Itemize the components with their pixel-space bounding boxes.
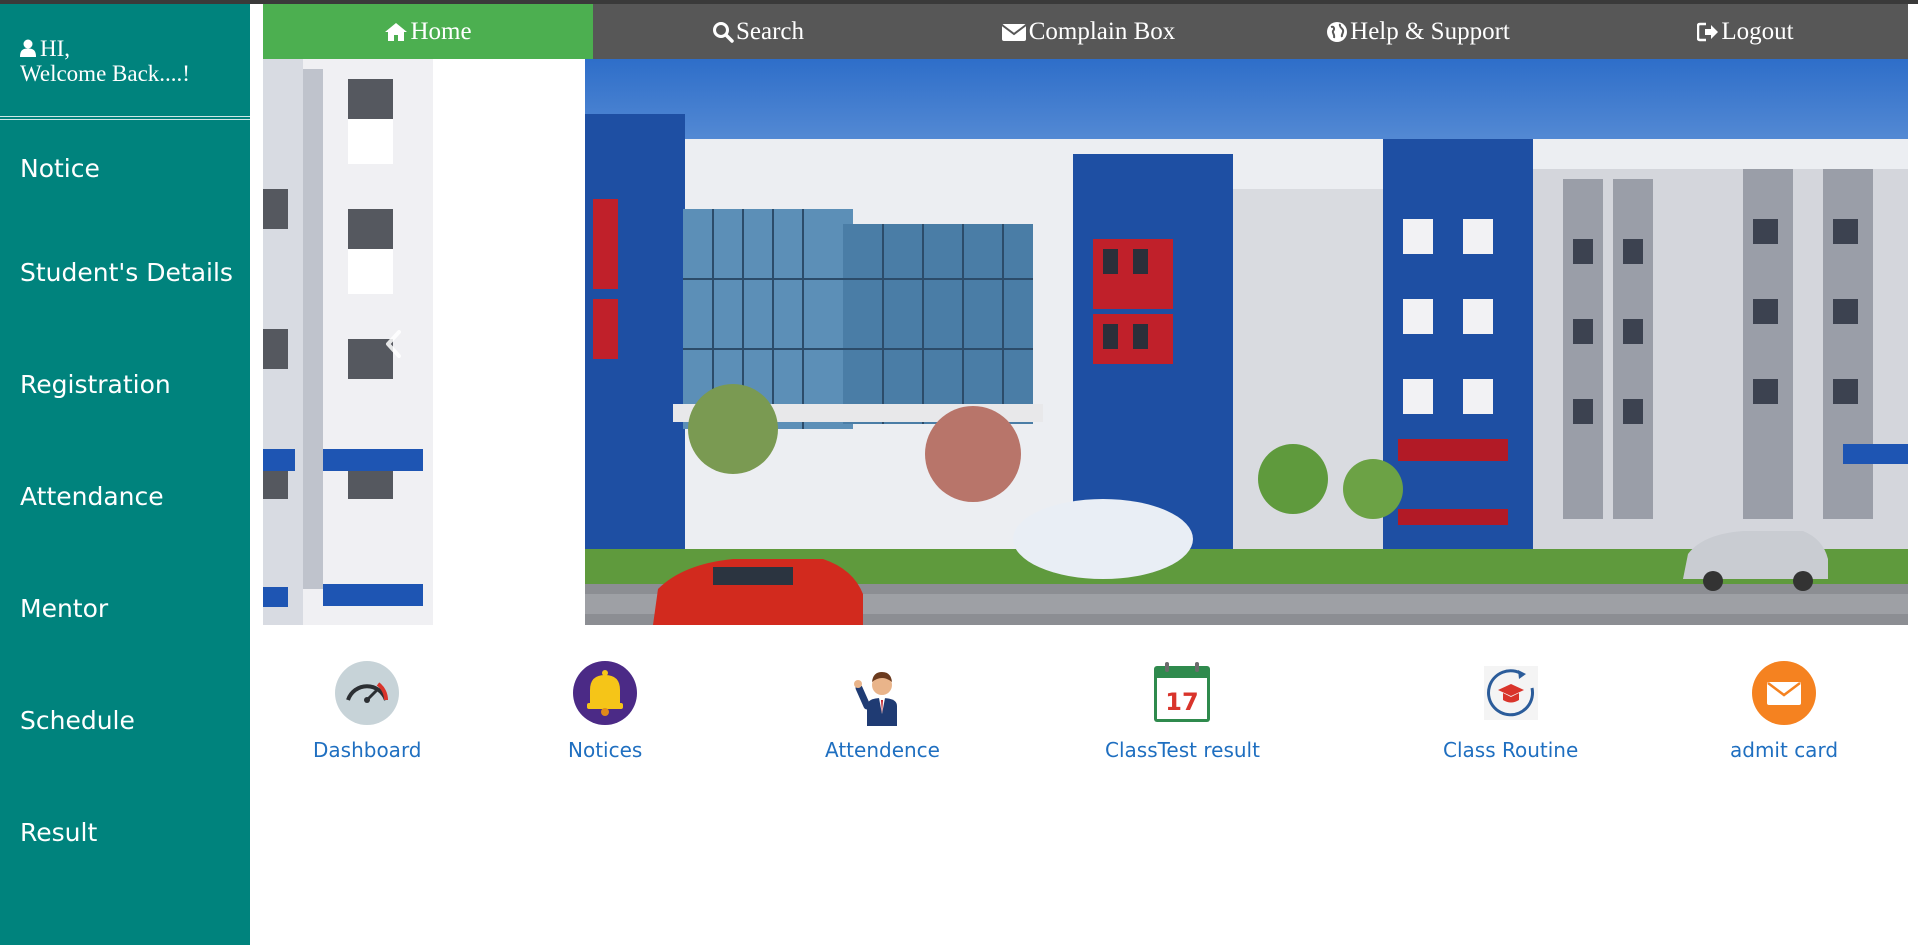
sidebar-item-result[interactable]: Result (0, 776, 250, 888)
sidebar-item-label: Student's Details (20, 257, 233, 287)
nav-label: Help & Support (1350, 17, 1510, 45)
calendar-day-text: 17 (1166, 688, 1199, 716)
quick-link-label: Class Routine (1443, 738, 1579, 762)
logout-icon (1697, 22, 1719, 41)
sidebar-item-label: Attendance (20, 481, 164, 511)
nav-search[interactable]: Search (593, 4, 923, 59)
envelope-icon (1001, 23, 1027, 41)
welcome-text: Welcome Back....! (20, 61, 190, 86)
greeting-text: HI, (40, 36, 71, 61)
bell-icon (573, 661, 638, 725)
sidebar-item-notice[interactable]: Notice (0, 120, 250, 216)
quick-link-label: admit card (1730, 738, 1839, 762)
nav-logout[interactable]: Logout (1583, 4, 1908, 59)
user-icon (20, 39, 36, 57)
nav-label: Search (735, 17, 805, 45)
sidebar-item-mentor[interactable]: Mentor (0, 552, 250, 664)
quick-link-attendence[interactable]: Attendence (825, 660, 940, 762)
quick-link-notices[interactable]: Notices (568, 660, 642, 762)
nav-label: Complain Box (1028, 17, 1176, 45)
quick-link-label: Dashboard (313, 738, 422, 762)
sidebar-item-label: Mentor (20, 593, 109, 623)
person-waving-icon (854, 672, 898, 726)
mail-icon (1752, 661, 1816, 725)
chevron-left-icon (386, 330, 401, 358)
quick-link-classtest-result[interactable]: 17 ClassTest result (1105, 660, 1260, 762)
sidebar-menu: Notice Student's Details Registration At… (0, 120, 250, 888)
quick-links: Dashboard Notices Attendence 17 ClassTes… (263, 660, 1908, 770)
image-carousel (263, 59, 1908, 625)
graduation-cap-icon (1483, 666, 1538, 720)
home-icon (385, 22, 408, 41)
nav-label: Logout (1721, 17, 1794, 45)
quick-link-label: ClassTest result (1105, 738, 1260, 762)
nav-complain-box[interactable]: Complain Box (923, 4, 1253, 59)
nav-home[interactable]: Home (263, 4, 593, 59)
campus-building-image (263, 59, 1908, 625)
carousel-prev-button[interactable] (373, 319, 413, 369)
quick-link-label: Attendence (825, 738, 940, 762)
quick-link-admit-card[interactable]: admit card (1730, 660, 1838, 762)
sidebar-item-students-details[interactable]: Student's Details (0, 216, 250, 328)
sidebar-item-attendance[interactable]: Attendance (0, 440, 250, 552)
sidebar-item-label: Registration (20, 369, 171, 399)
sidebar-item-registration[interactable]: Registration (0, 328, 250, 440)
quick-link-dashboard[interactable]: Dashboard (313, 660, 422, 762)
sidebar-item-label: Schedule (20, 705, 135, 735)
nav-help-support[interactable]: Help & Support (1253, 4, 1583, 59)
globe-icon (1327, 21, 1348, 42)
nav-label: Home (410, 17, 472, 45)
search-icon (712, 21, 734, 43)
quick-link-label: Notices (568, 738, 643, 762)
speedometer-icon (335, 661, 400, 725)
quick-link-class-routine[interactable]: Class Routine (1443, 660, 1578, 762)
welcome-box: HI, Welcome Back....! (0, 4, 250, 116)
calendar-icon: 17 (1154, 662, 1211, 722)
sidebar-item-label: Notice (20, 153, 100, 183)
sidebar-item-schedule[interactable]: Schedule (0, 664, 250, 776)
sidebar-item-label: Result (20, 817, 98, 847)
top-nav: Home Search Complain Box Help & Support … (263, 4, 1908, 59)
sidebar: HI, Welcome Back....! Notice Student's D… (0, 4, 250, 945)
